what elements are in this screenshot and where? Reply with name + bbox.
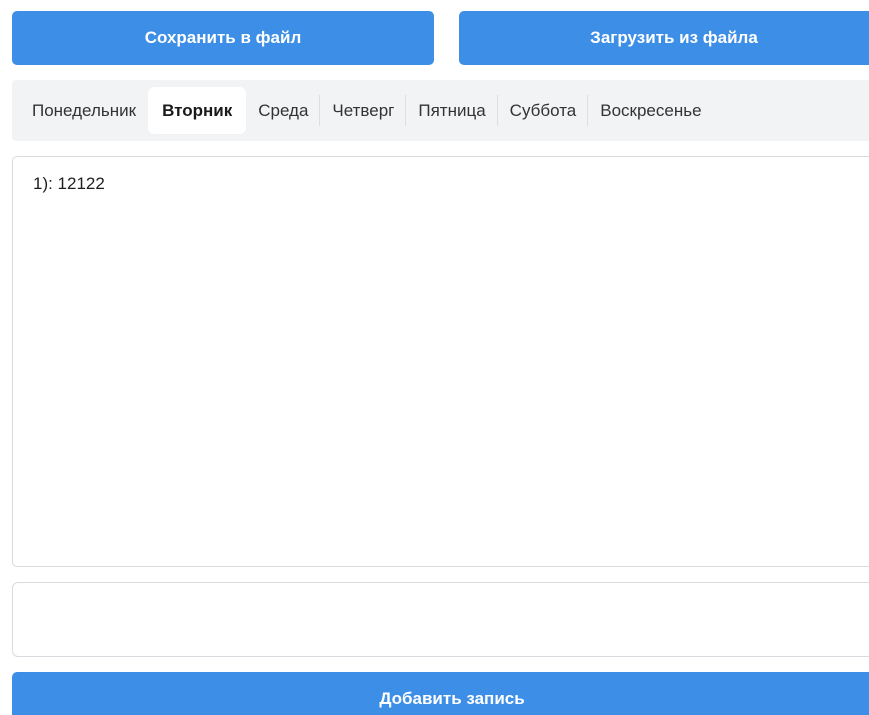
add-entry-button[interactable]: Добавить запись xyxy=(12,672,869,715)
save-to-file-button[interactable]: Сохранить в файл xyxy=(12,11,434,65)
tab-wednesday[interactable]: Среда xyxy=(246,87,321,134)
tab-monday[interactable]: Понедельник xyxy=(20,87,148,134)
app-window: Сохранить в файл Загрузить из файла Поне… xyxy=(0,0,869,715)
tab-tuesday[interactable]: Вторник xyxy=(148,87,247,134)
entries-list[interactable]: 1): 12122 xyxy=(12,156,869,567)
tab-saturday[interactable]: Суббота xyxy=(498,87,589,134)
list-item: 1): 12122 xyxy=(33,174,105,193)
tab-thursday[interactable]: Четверг xyxy=(320,87,407,134)
weekday-tabs: Понедельник Вторник Среда Четверг Пятниц… xyxy=(12,80,869,141)
tab-sunday[interactable]: Воскресенье xyxy=(588,87,713,134)
entry-input[interactable] xyxy=(12,582,869,657)
load-from-file-button[interactable]: Загрузить из файла xyxy=(459,11,869,65)
tab-friday[interactable]: Пятница xyxy=(406,87,498,134)
